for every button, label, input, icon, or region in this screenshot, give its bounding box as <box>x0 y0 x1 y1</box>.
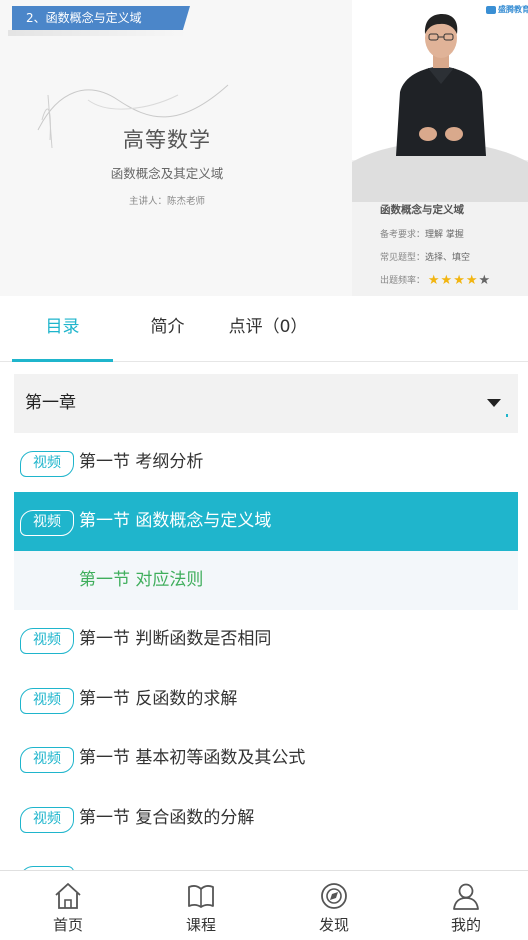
teacher-figure <box>396 14 486 156</box>
bottom-navigation: 首页 课程 发现 我的 <box>0 870 528 940</box>
requirement-label: 备考要求： <box>380 230 426 240</box>
video-badge: 视频 <box>20 510 74 536</box>
nav-discover-label: 发现 <box>318 916 349 934</box>
chapter-title: 第一章 <box>25 393 76 413</box>
lesson-label: 第一节 判断函数是否相同 <box>79 629 272 649</box>
info-frequency: 出题频率： ★★★★★ <box>380 273 528 288</box>
video-badge: 视频 <box>20 688 74 714</box>
question-type-value: 选择、填空 <box>425 253 471 263</box>
brand-icon <box>486 5 496 14</box>
video-badge: 视频 <box>20 807 74 833</box>
content-tabs: 目录 简介 点评（0） <box>0 296 528 362</box>
brand-logo: 盛腾教育 <box>486 4 528 15</box>
lesson-label: 第一节 函数概念与定义域 <box>79 511 272 531</box>
frequency-stars: ★★★★★ <box>428 273 491 288</box>
star-filled-icon: ★ <box>427 273 441 288</box>
nav-courses[interactable]: 课程 <box>161 871 241 940</box>
lesson-item[interactable]: 视频 第一节 复合函数的分解 <box>14 789 518 848</box>
discover-icon <box>321 883 347 909</box>
tab-catalog[interactable]: 目录 <box>12 296 113 362</box>
lesson-ribbon-title: 2、函数概念与定义域 <box>12 6 190 30</box>
requirement-value: 理解 掌握 <box>425 230 464 240</box>
question-type-label: 常见题型： <box>380 253 426 263</box>
ribbon-shadow <box>8 30 188 36</box>
video-badge: 视频 <box>20 451 74 477</box>
chapter-indicator-dot <box>506 414 508 417</box>
info-question-type: 常见题型：选择、填空 <box>380 250 528 263</box>
star-filled-icon: ★ <box>440 273 454 288</box>
lesson-item-partial[interactable] <box>14 848 518 870</box>
slide-panel: 2、函数概念与定义域 高等数学 函数概念及其定义域 主讲人：陈杰老师 <box>0 0 352 296</box>
info-requirement: 备考要求：理解 掌握 <box>380 227 528 240</box>
profile-icon <box>453 883 479 910</box>
video-badge: 视频 <box>20 747 74 773</box>
star-filled-icon: ★ <box>453 273 466 288</box>
lesson-item-selected[interactable]: 视频 第一节 函数概念与定义域 <box>14 492 518 551</box>
lesson-subitem[interactable]: 第一节 对应法则 <box>14 551 518 610</box>
lesson-label: 第一节 对应法则 <box>79 570 204 590</box>
lesson-label: 第一节 复合函数的分解 <box>79 808 255 828</box>
brand-name: 盛腾教育 <box>498 5 528 14</box>
nav-profile[interactable]: 我的 <box>426 871 506 940</box>
frequency-label: 出题频率： <box>380 276 426 286</box>
book-icon <box>188 885 214 908</box>
video-badge: 视频 <box>20 628 74 654</box>
lesson-info-card: 函数概念与定义域 备考要求：理解 掌握 常见题型：选择、填空 出题频率： ★★★… <box>352 188 528 296</box>
info-title: 函数概念与定义域 <box>380 204 464 216</box>
nav-profile-label: 我的 <box>450 916 481 934</box>
course-title: 高等数学 <box>123 128 211 152</box>
lesson-label: 第一节 考纲分析 <box>79 452 204 472</box>
nav-courses-label: 课程 <box>185 916 216 934</box>
tab-intro[interactable]: 简介 <box>117 296 218 362</box>
course-teacher: 主讲人：陈杰老师 <box>128 196 205 207</box>
video-player[interactable]: 2、函数概念与定义域 高等数学 函数概念及其定义域 主讲人：陈杰老师 盛腾教育 … <box>0 0 528 296</box>
tab-reviews[interactable]: 点评（0） <box>222 296 314 362</box>
nav-discover[interactable]: 发现 <box>294 871 374 940</box>
lesson-label: 第一节 基本初等函数及其公式 <box>79 748 306 768</box>
teacher-panel: 盛腾教育 函数概念与定义域 备考要求：理解 掌握 常见题型：选择、填空 出题频率… <box>352 0 528 296</box>
home-icon <box>55 883 81 909</box>
chapter-header[interactable]: 第一章 <box>14 374 518 433</box>
lesson-label: 第一节 反函数的求解 <box>79 689 238 709</box>
course-subtitle: 函数概念及其定义域 <box>110 166 224 181</box>
tab-active-indicator <box>12 359 113 362</box>
lesson-item[interactable]: 视频 第一节 考纲分析 <box>14 433 518 492</box>
star-empty-icon: ★ <box>478 273 492 288</box>
nav-home[interactable]: 首页 <box>28 871 108 940</box>
lesson-item[interactable]: 视频 第一节 判断函数是否相同 <box>14 610 518 669</box>
nav-home-label: 首页 <box>52 916 83 934</box>
caret-down-icon <box>487 399 501 407</box>
lesson-item[interactable]: 视频 第一节 反函数的求解 <box>14 670 518 729</box>
star-filled-icon: ★ <box>465 273 479 288</box>
lesson-item[interactable]: 视频 第一节 基本初等函数及其公式 <box>14 729 518 788</box>
